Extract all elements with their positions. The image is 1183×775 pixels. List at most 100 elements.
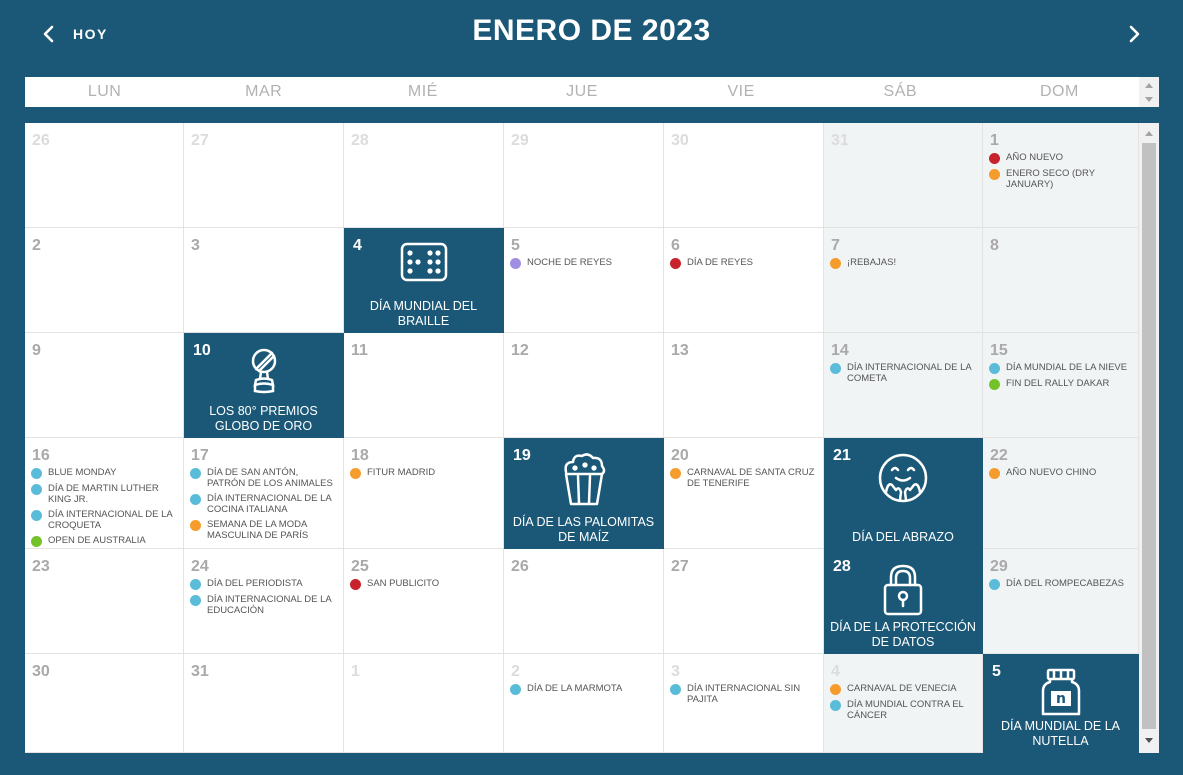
scroll-up-arrow-icon[interactable] bbox=[1145, 131, 1153, 136]
day-cell[interactable]: 8 bbox=[983, 228, 1139, 333]
featured-day-title[interactable]: DÍA DE LAS PALOMITAS DE MAÍZ bbox=[508, 515, 659, 545]
event-item[interactable]: DÍA DE REYES bbox=[670, 257, 819, 269]
day-cell[interactable]: 14 DÍA INTERNACIONAL DE LA COMETA bbox=[824, 333, 983, 438]
featured-day-cell[interactable]: 21 DÍA DEL ABRAZO bbox=[824, 438, 983, 549]
event-item[interactable]: ¡REBAJAS! bbox=[830, 257, 978, 269]
day-cell[interactable]: 23 bbox=[25, 549, 184, 654]
event-item[interactable]: DÍA MUNDIAL CONTRA EL CÁNCER bbox=[830, 699, 978, 721]
day-cell[interactable]: 29 bbox=[504, 123, 664, 228]
day-cell[interactable]: 28 bbox=[344, 123, 504, 228]
event-list: DÍA DE LA MARMOTA bbox=[510, 683, 659, 699]
day-cell[interactable]: 29 DÍA DEL ROMPECABEZAS bbox=[983, 549, 1139, 654]
scroll-down-arrow-icon[interactable] bbox=[1145, 738, 1153, 743]
day-number: 4 bbox=[831, 663, 840, 680]
event-item[interactable]: AÑO NUEVO CHINO bbox=[989, 467, 1134, 479]
day-cell[interactable]: 11 bbox=[344, 333, 504, 438]
event-item[interactable]: ENERO SECO (DRY JANUARY) bbox=[989, 168, 1134, 190]
day-cell[interactable]: 7 ¡REBAJAS! bbox=[824, 228, 983, 333]
day-cell[interactable]: 18 FITUR MADRID bbox=[344, 438, 504, 549]
day-number: 31 bbox=[191, 663, 209, 680]
day-cell[interactable]: 15 DÍA MUNDIAL DE LA NIEVE FIN DEL RALLY D… bbox=[983, 333, 1139, 438]
event-list: DÍA INTERNACIONAL DE LA COMETA bbox=[830, 362, 978, 388]
weekday-header: LUN MAR MIÉ JUE VIE SÁB DOM bbox=[25, 77, 1139, 107]
event-list: DÍA DEL PERIODISTA DÍA INTERNACIONAL DE L… bbox=[190, 578, 339, 620]
featured-day-cell[interactable]: 5 n DÍA MUNDIAL DE LA NUTELLA bbox=[983, 654, 1139, 753]
day-cell[interactable]: 2 bbox=[25, 228, 184, 333]
featured-day-title[interactable]: DÍA DEL ABRAZO bbox=[828, 530, 978, 545]
event-item[interactable]: DÍA INTERNACIONAL DE LA COMETA bbox=[830, 362, 978, 384]
event-label: AÑO NUEVO CHINO bbox=[1006, 467, 1097, 478]
featured-day-title[interactable]: DÍA MUNDIAL DE LA NUTELLA bbox=[987, 719, 1134, 749]
day-cell[interactable]: 1 AÑO NUEVO ENERO SECO (DRY JANUARY) bbox=[983, 123, 1139, 228]
featured-day-cell[interactable]: 10 LOS 80° PREMIOS GLOBO DE ORO bbox=[184, 333, 344, 438]
event-item[interactable]: DÍA DE SAN ANTÓN, PATRÓN DE LOS ANIMALES bbox=[190, 467, 339, 489]
event-label: DÍA DE SAN ANTÓN, PATRÓN DE LOS ANIMALES bbox=[207, 467, 333, 489]
day-cell[interactable]: 3 bbox=[184, 228, 344, 333]
event-item[interactable]: FITUR MADRID bbox=[350, 467, 499, 479]
day-cell[interactable]: 24 DÍA DEL PERIODISTA DÍA INTERNACIONAL DE… bbox=[184, 549, 344, 654]
day-cell[interactable]: 30 bbox=[25, 654, 184, 753]
day-cell[interactable]: 4 CARNAVAL DE VENECIA DÍA MUNDIAL CONTRA E… bbox=[824, 654, 983, 753]
day-cell[interactable]: 6 DÍA DE REYES bbox=[664, 228, 824, 333]
event-item[interactable]: NOCHE DE REYES bbox=[510, 257, 659, 269]
event-dot bbox=[830, 258, 841, 269]
day-cell[interactable]: 31 bbox=[184, 654, 344, 753]
event-item[interactable]: CARNAVAL DE VENECIA bbox=[830, 683, 978, 695]
event-item[interactable]: FIN DEL RALLY DAKAR bbox=[989, 378, 1134, 390]
featured-day-title[interactable]: LOS 80° PREMIOS GLOBO DE ORO bbox=[188, 404, 339, 434]
day-cell[interactable]: 26 bbox=[25, 123, 184, 228]
day-cell[interactable]: 31 bbox=[824, 123, 983, 228]
scroll-up-arrow-icon[interactable] bbox=[1145, 83, 1153, 88]
day-number: 31 bbox=[831, 132, 849, 149]
event-dot bbox=[31, 484, 42, 495]
event-item[interactable]: DÍA DE MARTIN LUTHER KING JR. bbox=[31, 483, 179, 505]
event-label: DÍA INTERNACIONAL SIN PAJITA bbox=[687, 683, 801, 705]
day-cell[interactable]: 2 DÍA DE LA MARMOTA bbox=[504, 654, 664, 753]
day-cell[interactable]: 30 bbox=[664, 123, 824, 228]
featured-day-title[interactable]: DÍA DE LA PROTECCIÓN DE DATOS bbox=[828, 620, 978, 650]
event-item[interactable]: OPEN DE AUSTRALIA bbox=[31, 535, 179, 547]
day-cell[interactable]: 22 AÑO NUEVO CHINO bbox=[983, 438, 1139, 549]
event-dot bbox=[31, 510, 42, 521]
day-cell[interactable]: 3 DÍA INTERNACIONAL SIN PAJITA bbox=[664, 654, 824, 753]
day-cell[interactable]: 17 DÍA DE SAN ANTÓN, PATRÓN DE LOS ANIMAL… bbox=[184, 438, 344, 549]
day-cell[interactable]: 1 bbox=[344, 654, 504, 753]
event-item[interactable]: DÍA INTERNACIONAL DE LA CROQUETA bbox=[31, 509, 179, 531]
scroll-down-arrow-icon[interactable] bbox=[1145, 97, 1153, 102]
event-item[interactable]: DÍA INTERNACIONAL SIN PAJITA bbox=[670, 683, 819, 705]
event-item[interactable]: DÍA MUNDIAL DE LA NIEVE bbox=[989, 362, 1134, 374]
featured-day-cell[interactable]: 28 DÍA DE LA PROTECCIÓN DE DATOS bbox=[824, 549, 983, 654]
calendar-scrollbar[interactable] bbox=[1139, 123, 1159, 753]
day-cell[interactable]: 20 CARNAVAL DE SANTA CRUZ DE TENERIFE bbox=[664, 438, 824, 549]
event-item[interactable]: DÍA INTERNACIONAL DE LA EDUCACIÓN bbox=[190, 594, 339, 616]
day-cell[interactable]: 9 bbox=[25, 333, 184, 438]
day-cell[interactable]: 12 bbox=[504, 333, 664, 438]
day-cell[interactable]: 27 bbox=[664, 549, 824, 654]
event-dot bbox=[989, 169, 1000, 180]
day-number: 12 bbox=[511, 342, 529, 359]
featured-day-cell[interactable]: 19 DÍA DE LAS PALOMITAS DE MAÍZ bbox=[504, 438, 664, 549]
day-number: 16 bbox=[32, 447, 50, 464]
event-item[interactable]: DÍA INTERNACIONAL DE LA COCINA ITALIANA bbox=[190, 493, 339, 515]
day-cell[interactable]: 13 bbox=[664, 333, 824, 438]
event-label: DÍA INTERNACIONAL DE LA EDUCACIÓN bbox=[207, 594, 332, 616]
day-cell[interactable]: 26 bbox=[504, 549, 664, 654]
event-item[interactable]: SAN PUBLICITO bbox=[350, 578, 499, 590]
chevron-right-icon[interactable] bbox=[1123, 22, 1145, 46]
event-item[interactable]: CARNAVAL DE SANTA CRUZ DE TENERIFE bbox=[670, 467, 819, 489]
day-cell[interactable]: 16 BLUE MONDAY DÍA DE MARTIN LUTHER KING J… bbox=[25, 438, 184, 549]
day-cell[interactable]: 27 bbox=[184, 123, 344, 228]
scrollbar-thumb[interactable] bbox=[1142, 143, 1156, 729]
featured-day-cell[interactable]: 4 DÍA MUNDIAL DEL BRAILLE bbox=[344, 228, 504, 333]
event-item[interactable]: DÍA DEL PERIODISTA bbox=[190, 578, 339, 590]
day-cell[interactable]: 5 NOCHE DE REYES bbox=[504, 228, 664, 333]
event-item[interactable]: DÍA DEL ROMPECABEZAS bbox=[989, 578, 1134, 590]
weekday-scrollbar[interactable] bbox=[1139, 77, 1159, 107]
event-item[interactable]: AÑO NUEVO bbox=[989, 152, 1134, 164]
event-item[interactable]: SEMANA DE LA MODA MASCULINA DE PARÍS bbox=[190, 519, 339, 541]
event-item[interactable]: DÍA DE LA MARMOTA bbox=[510, 683, 659, 695]
event-item[interactable]: BLUE MONDAY bbox=[31, 467, 179, 479]
day-cell[interactable]: 25 SAN PUBLICITO bbox=[344, 549, 504, 654]
event-label: FITUR MADRID bbox=[367, 467, 436, 478]
featured-day-title[interactable]: DÍA MUNDIAL DEL BRAILLE bbox=[348, 299, 499, 329]
